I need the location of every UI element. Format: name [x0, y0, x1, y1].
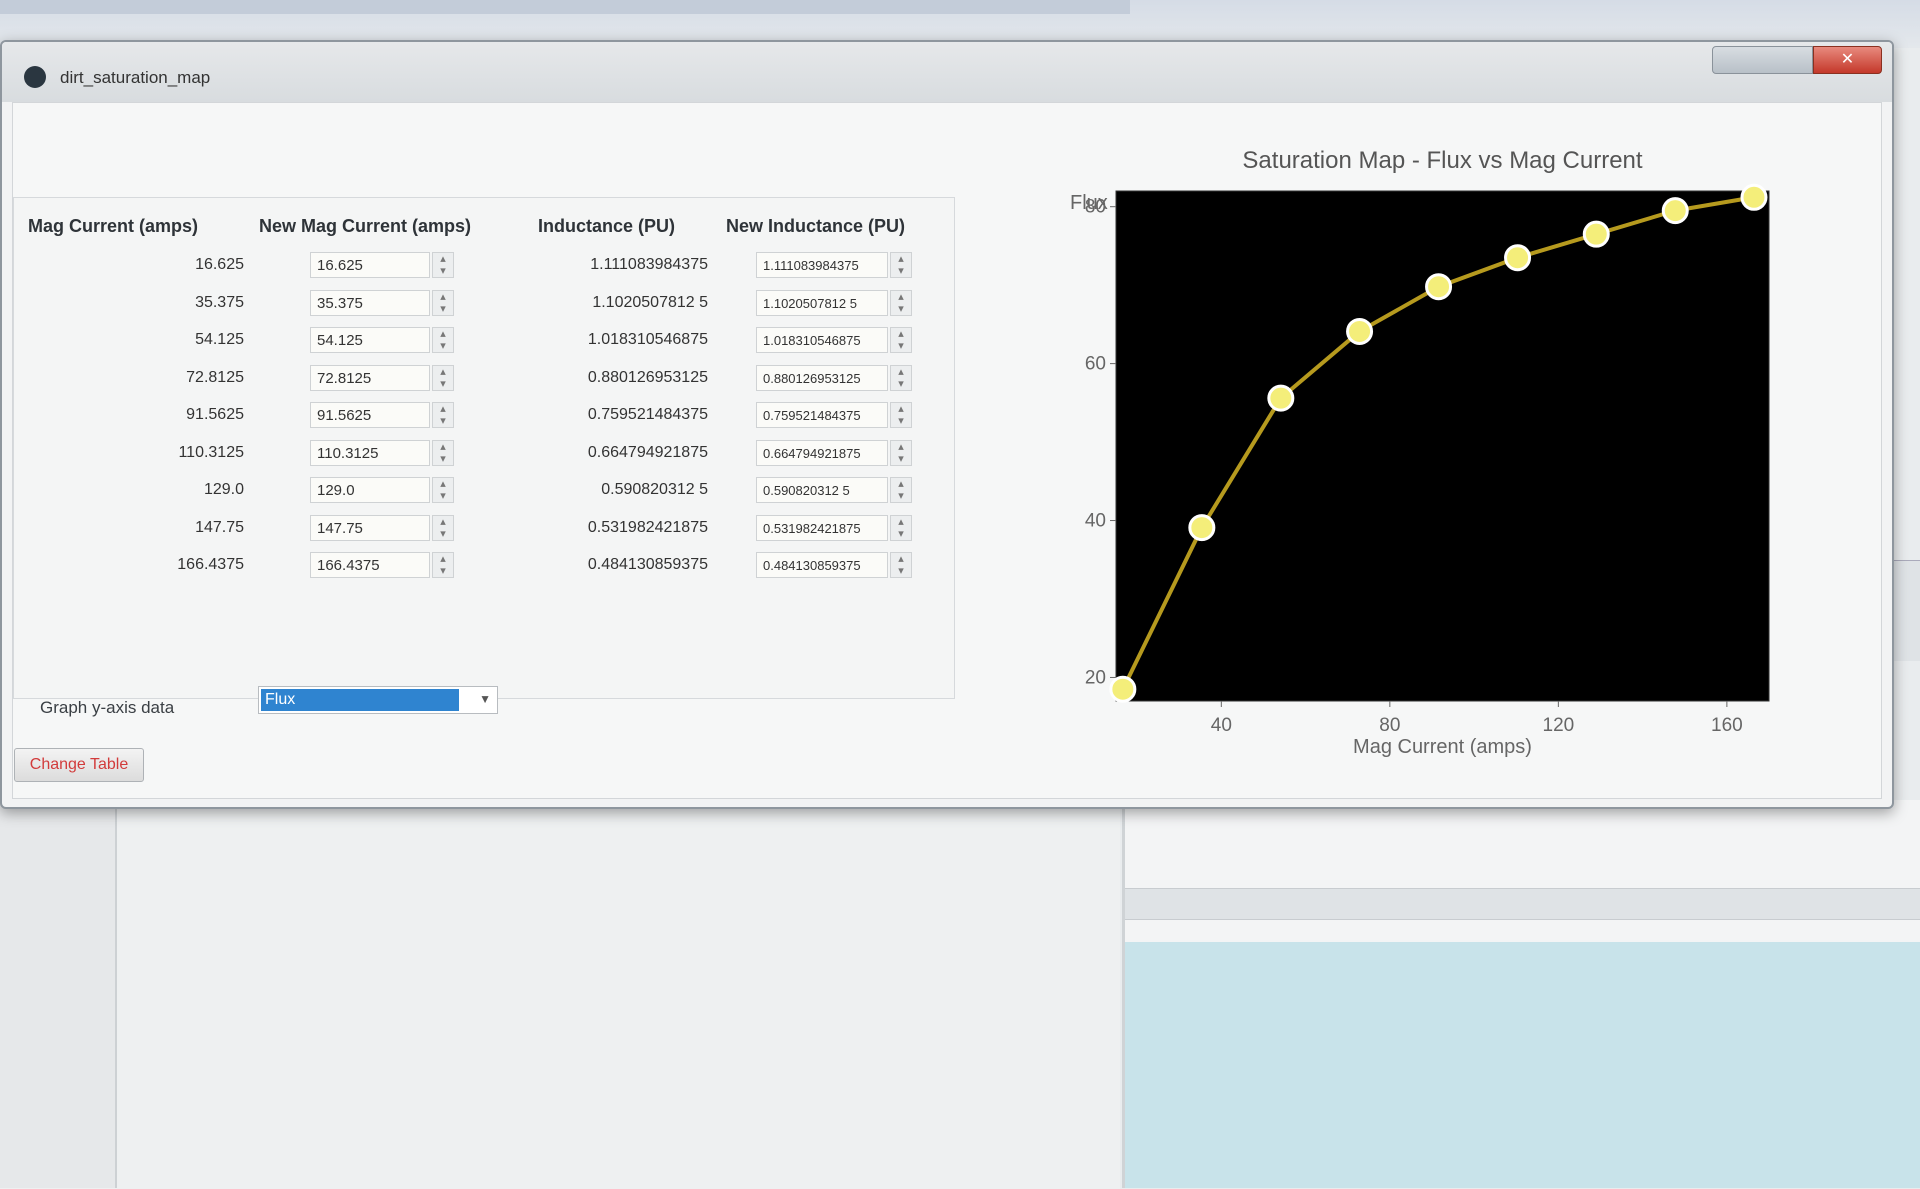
x-tick-label: 80	[1379, 715, 1400, 736]
flux-data-point	[1267, 384, 1295, 412]
y-tick-label: 80	[1085, 197, 1106, 218]
window-client-area: Mag Current (amps) New Mag Current (amps…	[12, 102, 1882, 799]
window-title: dirt_saturation_map	[60, 68, 211, 87]
x-axis-label: Mag Current (amps)	[1353, 736, 1532, 758]
flux-data-point	[1425, 273, 1453, 301]
x-tick-label: 120	[1543, 715, 1575, 736]
x-tick-label: 160	[1711, 715, 1743, 736]
saturation-map-window: dirt_saturation_map ✕ Mag Current (amps)…	[0, 40, 1894, 809]
window-titlebar[interactable]: dirt_saturation_map ✕	[2, 42, 1892, 102]
flux-data-point	[1109, 675, 1137, 703]
saturation-map-chart: Saturation Map - Flux vs Mag CurrentFlux…	[1070, 147, 1770, 758]
window-controls: ✕	[1712, 46, 1882, 74]
flux-data-point	[1346, 317, 1374, 345]
chart-title: Saturation Map - Flux vs Mag Current	[1242, 147, 1642, 174]
y-tick-label: 20	[1085, 667, 1106, 688]
flux-data-point	[1188, 514, 1216, 542]
app-icon	[24, 66, 46, 88]
background-window-titlebar	[0, 0, 1130, 14]
plot-area	[1115, 190, 1770, 702]
flux-data-point	[1740, 183, 1768, 211]
background-window-content	[1125, 942, 1920, 1188]
flux-data-point	[1661, 197, 1689, 225]
close-button[interactable]: ✕	[1812, 46, 1882, 74]
x-tick-label: 40	[1211, 715, 1232, 736]
background-window-sidebar	[0, 800, 117, 1188]
background-window-left	[0, 800, 1120, 1189]
flux-data-point	[1504, 244, 1532, 272]
y-tick-label: 60	[1085, 354, 1106, 375]
close-icon: ✕	[1840, 51, 1855, 68]
minimize-maximize-button[interactable]	[1712, 46, 1813, 74]
y-tick-label: 40	[1085, 511, 1106, 532]
background-window-toolbar	[1125, 888, 1920, 920]
flux-data-point	[1582, 220, 1610, 248]
